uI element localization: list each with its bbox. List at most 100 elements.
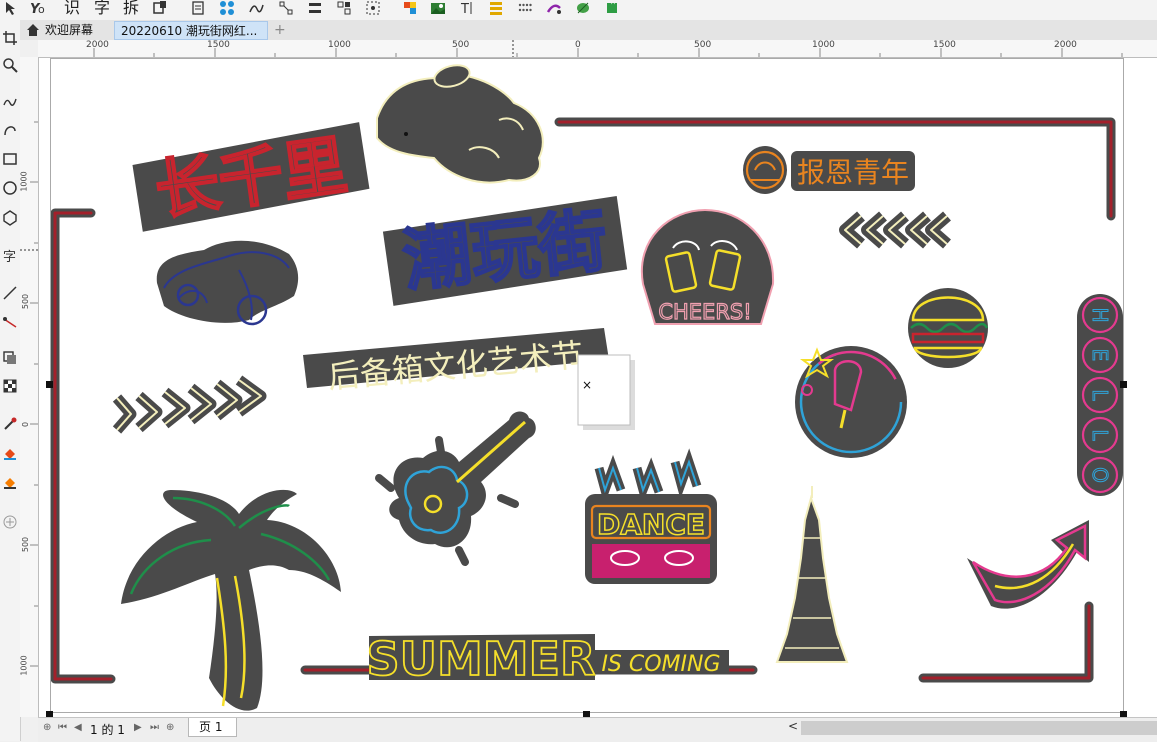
text-tool-glyph-icon[interactable]: 字 [0,248,20,270]
text-tool-icon[interactable]: Yo [28,0,48,18]
shadow-tool-icon[interactable] [0,350,20,372]
hello-letter-h: H [1088,307,1112,322]
add-page-after-icon[interactable]: ⊕ [166,722,174,733]
transform-icon[interactable] [363,0,383,18]
drawing-canvas[interactable]: 长千里 潮玩街 后备箱文化艺术节 CHEERS! 报恩青年 H E L L O … [39,58,1157,717]
guitar-sign[interactable] [375,411,536,566]
green-puzzle-icon[interactable] [602,0,622,18]
horizontal-scrollbar[interactable] [801,721,1157,735]
svg-text:o: o [38,3,45,16]
ruler-label: 1500 [933,40,956,50]
bezier-tool-icon[interactable] [0,121,20,143]
changqianli-sign[interactable]: 长千里 [131,122,370,232]
page-counter: 1 的 1 [90,723,125,737]
smart-fill-icon[interactable] [0,474,20,496]
text-frame-icon[interactable]: T [457,0,477,18]
dimension-icon[interactable] [334,0,354,18]
dots-icon[interactable] [515,0,535,18]
hello-sign[interactable]: H E L L O [1077,294,1123,496]
ruler-label: 500 [21,536,31,553]
rectangle-tool-icon[interactable] [0,151,20,173]
next-page-icon[interactable]: ▶ [134,722,142,733]
hello-letter-o: O [1088,467,1112,483]
split-button[interactable]: 拆 [121,0,141,18]
selection-handle[interactable] [46,381,53,388]
line-tool-icon[interactable] [0,285,20,307]
page-icon[interactable] [188,0,208,18]
ruler-label: 1000 [19,655,29,676]
ruler-label: 1000 [328,40,351,50]
ruler-label: 2000 [1054,40,1077,50]
summer-sign[interactable]: SUMMER IS COMING [366,631,729,687]
selection-handle[interactable] [1120,381,1127,388]
ruler-label: 2000 [86,40,109,50]
eyedropper-tool-icon[interactable] [0,416,20,438]
burger-sign[interactable] [908,288,989,368]
last-page-icon[interactable]: ⏭ [150,722,159,733]
baoen-sign[interactable]: 报恩青年 [743,146,915,194]
dance-sign[interactable]: DANCE [585,448,717,584]
connector-tool-icon[interactable] [0,315,20,337]
tab-welcome[interactable]: 欢迎屏幕 [39,21,119,40]
ruler-label: 0 [575,40,581,50]
tab-document[interactable]: 20220610 潮玩街网红... [114,21,268,40]
ellipse-tool-icon[interactable] [0,180,20,202]
scroll-left-button[interactable]: < [788,719,798,733]
curve-icon[interactable] [246,0,266,18]
bear-sign[interactable] [376,62,544,184]
ruler-label: 1500 [207,40,230,50]
image-icon[interactable] [428,0,448,18]
ruler-corner[interactable] [20,40,39,58]
align-icon[interactable] [305,0,325,18]
vertical-ruler[interactable]: 1000 500 0 500 1000 [20,57,39,717]
palm-tree-sign[interactable] [121,489,341,711]
add-tab-button[interactable]: + [268,21,290,40]
chevron-arrows-left-sign[interactable] [112,375,267,434]
character-button[interactable]: 字 [92,0,112,18]
fill-icon[interactable] [400,0,420,18]
zoom-tool-icon[interactable] [0,57,20,79]
wand-icon[interactable] [544,0,564,18]
bars-icon[interactable] [486,0,506,18]
svg-text:T: T [460,2,469,16]
add-page-before-icon[interactable]: ⊕ [43,722,51,733]
ruler-label: 1000 [19,171,29,192]
node-icon[interactable] [276,0,296,18]
changqianli-text: 长千里 [151,129,351,229]
placeholder-object[interactable]: × [577,354,635,430]
left-toolbox: 字 [0,20,21,741]
hello-letter-l1: L [1088,389,1112,401]
chaowanjie-text: 潮玩街 [400,202,611,302]
crop-tool-icon[interactable] [0,30,20,52]
leaf-icon[interactable] [573,0,593,18]
icecream-sign[interactable] [795,346,907,458]
frame-icon[interactable] [150,0,170,18]
is-coming-text: IS COMING [601,652,720,677]
document-tabbar: 欢迎屏幕 20220610 潮玩街网红... + [20,20,1157,41]
page-navigation-bar: ⊕ ⏮ ◀ 1 的 1 ▶ ⏭ ⊕ 页 1 < [38,717,1157,742]
transparency-tool-icon[interactable] [0,378,20,400]
car-sign[interactable] [156,240,299,326]
pointer-icon[interactable] [2,0,20,18]
prev-page-icon[interactable]: ◀ [74,722,82,733]
grid-icon[interactable] [217,0,237,18]
ruler-label: 0 [21,421,31,428]
curved-arrow-sign[interactable] [967,520,1089,609]
chaowanjie-sign[interactable]: 潮玩街 [382,196,629,307]
cheers-sign[interactable]: CHEERS! [640,208,775,325]
ruler-label: 500 [21,293,31,310]
freehand-tool-icon[interactable] [0,93,20,115]
page-tab[interactable]: 页 1 [188,718,238,737]
add-tool-icon[interactable] [0,514,20,536]
polygon-tool-icon[interactable] [0,210,20,232]
interactive-fill-icon[interactable] [0,445,20,467]
recognize-button[interactable]: 识 [62,0,82,18]
hello-letter-l2: L [1088,429,1112,441]
first-page-icon[interactable]: ⏮ [58,722,67,733]
chevron-arrows-right-sign[interactable] [839,211,951,249]
tower-sign[interactable] [775,486,849,663]
hello-letter-e: E [1088,349,1112,362]
dance-text: DANCE [597,508,705,541]
houbeixiang-sign[interactable]: 后备箱文化艺术节 [303,328,609,396]
horizontal-ruler[interactable]: 2000 1500 1000 500 0 500 1000 1500 2000 [38,40,1157,58]
